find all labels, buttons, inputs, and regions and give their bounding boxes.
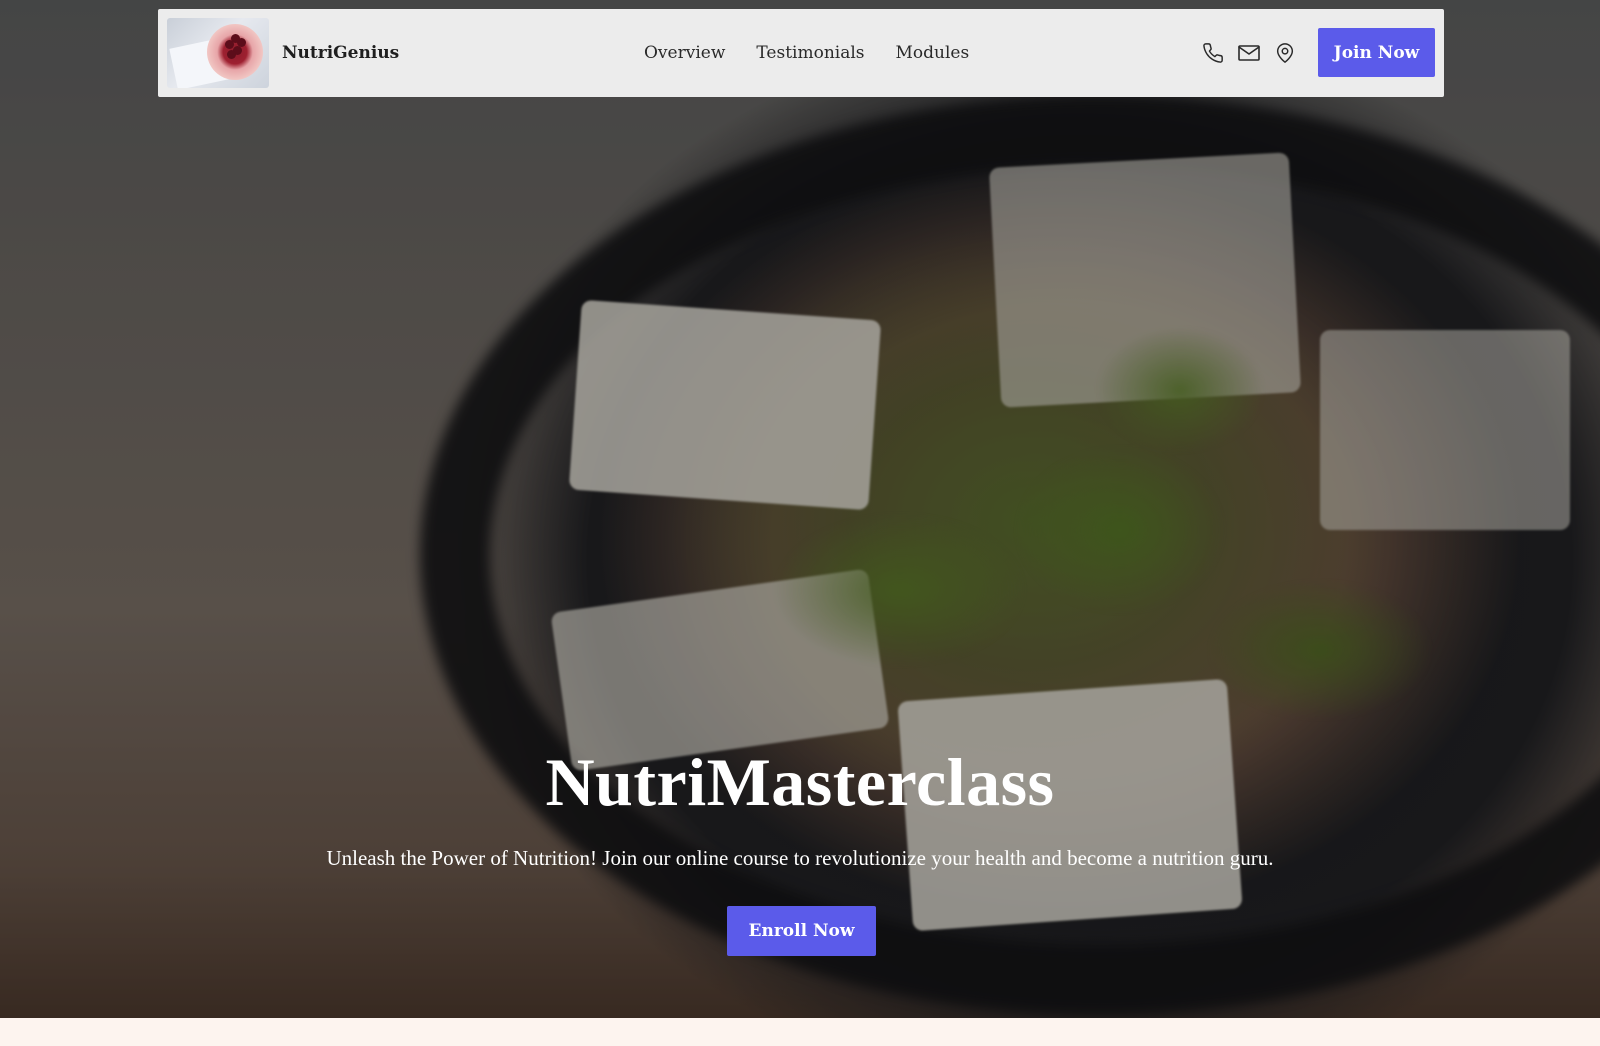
logo-image[interactable] [167, 18, 269, 88]
nav-link-overview[interactable]: Overview [644, 43, 725, 63]
map-pin-icon[interactable] [1273, 41, 1297, 65]
contact-icons [1201, 9, 1297, 97]
enroll-now-button[interactable]: Enroll Now [727, 906, 876, 956]
main-nav: Overview Testimonials Modules [644, 9, 969, 97]
mail-icon[interactable] [1237, 41, 1261, 65]
hero-title: NutriMasterclass [545, 744, 1055, 820]
nav-link-modules[interactable]: Modules [896, 43, 970, 63]
nav-link-testimonials[interactable]: Testimonials [756, 43, 864, 63]
hero-subtitle: Unleash the Power of Nutrition! Join our… [326, 846, 1274, 870]
next-section-edge [0, 1018, 1600, 1046]
navbar: NutriGenius Overview Testimonials Module… [158, 9, 1444, 97]
phone-icon[interactable] [1201, 41, 1225, 65]
brand-name[interactable]: NutriGenius [282, 43, 399, 63]
join-now-button[interactable]: Join Now [1318, 28, 1435, 77]
